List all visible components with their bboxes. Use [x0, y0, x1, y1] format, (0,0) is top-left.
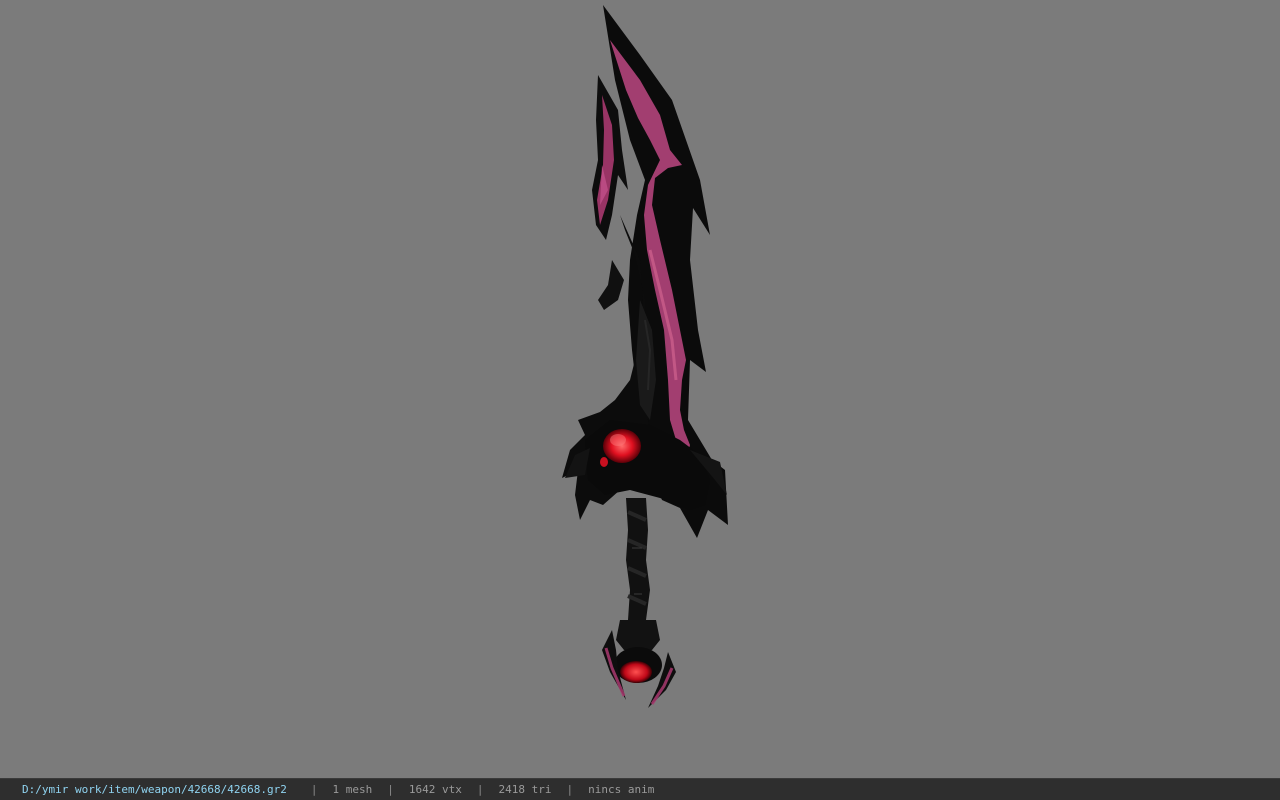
separator: |	[566, 783, 574, 796]
status-bar: D:/ymir work/item/weapon/42668/42668.gr2…	[0, 778, 1280, 800]
separator: |	[387, 783, 394, 796]
anim-status: nincs anim	[588, 783, 655, 796]
guard-gem	[603, 429, 641, 463]
3d-viewport[interactable]	[0, 0, 1280, 778]
separator: |	[476, 783, 484, 796]
separator: |	[310, 783, 318, 796]
vertex-count: 1642 vtx	[408, 783, 462, 796]
file-path: D:/ymir work/item/weapon/42668/42668.gr2	[22, 783, 287, 796]
pommel	[616, 620, 660, 650]
sword-model	[562, 5, 728, 708]
mesh-count: 1 mesh	[332, 783, 373, 796]
pommel-gem	[620, 661, 652, 683]
triangle-count: 2418 tri	[498, 783, 552, 796]
